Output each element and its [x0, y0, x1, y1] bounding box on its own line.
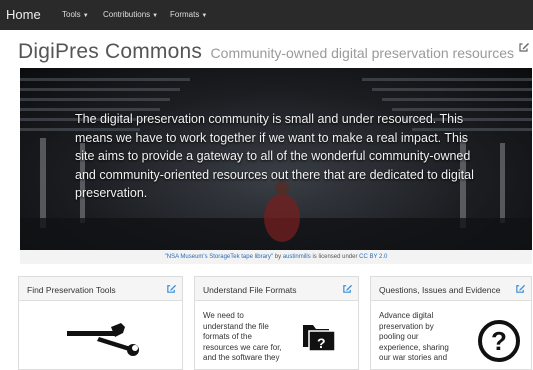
nav-tools-dropdown[interactable]: Tools ▼ — [62, 10, 89, 19]
photo-credit: "NSA Museum's StorageTek tape library" b… — [20, 250, 532, 264]
edit-icon[interactable] — [342, 283, 353, 294]
hero-banner: The digital preservation community is sm… — [20, 68, 532, 250]
card-header: Find Preservation Tools — [19, 277, 182, 301]
edit-icon[interactable] — [515, 283, 526, 294]
page-subtitle: Community-owned digital preservation res… — [210, 45, 515, 61]
credit-license-text: is licensed under — [312, 254, 358, 260]
question-icon: ? — [478, 320, 520, 362]
nav-formats-dropdown[interactable]: Formats ▼ — [170, 10, 207, 19]
top-navbar: Home Tools ▼ Contributions ▼ Formats ▼ — [0, 0, 533, 30]
card-header: Questions, Issues and Evidence — [371, 277, 531, 301]
card-file-formats: Understand File Formats We need to unders… — [194, 276, 359, 370]
svg-text:?: ? — [491, 326, 507, 356]
tools-icon — [67, 323, 139, 356]
card-body-text: Advance digital preservation by pooling ou… — [379, 311, 449, 362]
hero-text: The digital preservation community is sm… — [75, 112, 474, 200]
svg-text:?: ? — [317, 335, 326, 351]
nav-formats-label: Formats — [170, 10, 200, 19]
card-preservation-tools: Find Preservation Tools — [18, 276, 183, 370]
edit-icon[interactable] — [166, 283, 177, 294]
card-body-text: We need to understand the file formats of … — [203, 311, 282, 362]
card-title: Find Preservation Tools — [27, 285, 116, 295]
credit-by: by — [274, 254, 282, 260]
caret-down-icon: ▼ — [201, 13, 208, 19]
card-title: Questions, Issues and Evidence — [379, 285, 501, 295]
nav-contributions-dropdown[interactable]: Contributions ▼ — [103, 10, 158, 19]
nav-contributions-label: Contributions — [103, 10, 151, 19]
page-title: DigiPres Commons — [18, 40, 203, 63]
unknown-file-icon: ? — [303, 325, 336, 352]
card-title: Understand File Formats — [203, 285, 297, 295]
nav-tools-label: Tools — [62, 10, 81, 19]
home-link[interactable]: Home — [6, 7, 41, 22]
caret-down-icon: ▼ — [82, 13, 89, 19]
credit-work-link[interactable]: "NSA Museum's StorageTek tape library" — [165, 254, 273, 260]
credit-license-link[interactable]: CC BY 2.0 — [359, 254, 387, 260]
page-header: DigiPres Commons Community-owned digital… — [18, 40, 514, 64]
credit-author-link[interactable]: austinmills — [283, 254, 311, 260]
card-questions-issues: Questions, Issues and Evidence Advance d… — [370, 276, 532, 370]
card-header: Understand File Formats — [195, 277, 358, 301]
caret-down-icon: ▼ — [152, 13, 159, 19]
edit-page-icon[interactable] — [518, 41, 530, 53]
